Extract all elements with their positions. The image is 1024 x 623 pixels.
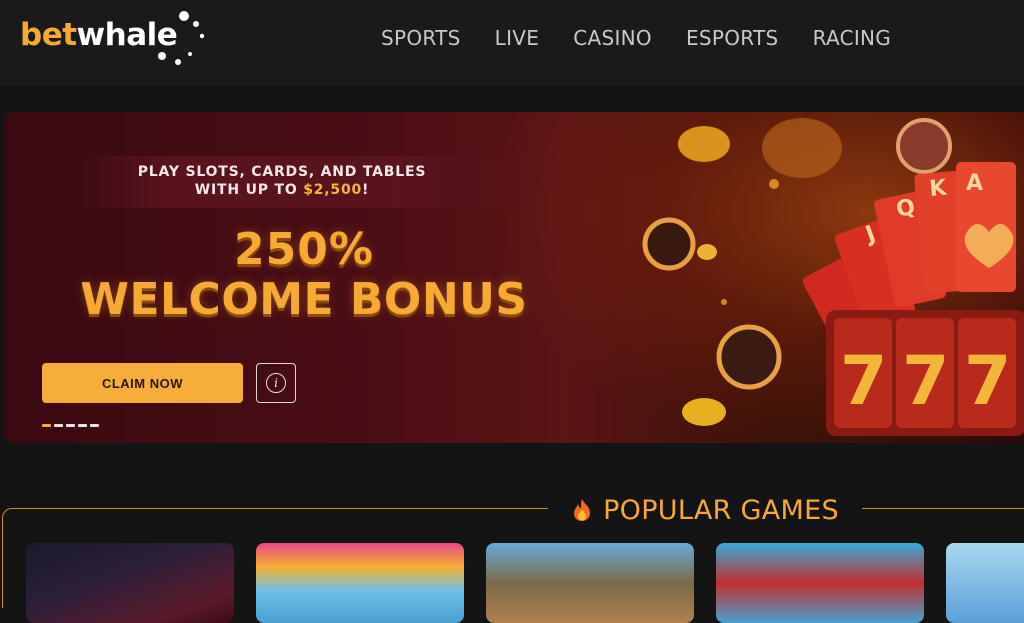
slide-dot-5[interactable] [90,424,99,427]
game-card-4[interactable] [716,543,924,623]
nav-racing[interactable]: RACING [813,26,892,50]
game-card-3[interactable] [486,543,694,623]
claim-now-button[interactable]: CLAIM NOW [42,363,243,403]
popular-games-section: POPULAR GAMES [0,480,1024,623]
info-button[interactable]: i [256,363,296,403]
svg-text:K: K [928,176,948,202]
bonus-headline: WELCOME BONUS [80,274,528,325]
main-nav: SPORTS LIVE CASINO ESPORTS RACING [364,26,908,50]
popular-games-heading: POPULAR GAMES [548,490,862,530]
betwhale-logo[interactable]: betwhale [20,11,210,65]
info-icon: i [266,373,286,393]
svg-text:A: A [966,171,983,196]
svg-text:7: 7 [964,342,1011,421]
svg-text:7: 7 [902,342,949,421]
promo-text-line1: PLAY SLOTS, CARDS, AND TABLES [137,164,427,180]
hero-banner: J Q K A 7 7 7 PLAY SLOTS, CARDS, AND TAB… [4,112,1024,443]
bonus-percent: 250% [234,224,374,275]
logo-splash-dots-icon [158,11,205,65]
nav-sports[interactable]: SPORTS [381,26,461,50]
nav-esports[interactable]: ESPORTS [686,26,779,50]
popular-games-title: POPULAR GAMES [603,494,839,526]
nav-casino[interactable]: CASINO [573,26,652,50]
promo-amount: $2,500 [303,182,363,198]
promo-suffix: ! [362,182,370,198]
slide-dot-3[interactable] [66,424,75,427]
slide-dot-1[interactable] [42,424,51,427]
promo-text-line2: WITH UP TO $2,500! [4,182,560,198]
game-card-1[interactable] [26,543,234,623]
fire-icon [574,499,591,521]
svg-text:7: 7 [840,342,887,421]
game-card-2[interactable] [256,543,464,623]
game-card-5[interactable] [946,543,1024,623]
promo-prefix: WITH UP TO [194,182,304,198]
slide-dot-2[interactable] [54,424,63,427]
logo-bet-text: bet [20,17,77,53]
site-header: betwhale SPORTS LIVE CASINO ESPORTS RACI… [0,0,1024,86]
slide-indicators [42,424,102,427]
slide-dot-4[interactable] [78,424,87,427]
banner-casino-artwork: J Q K A 7 7 7 [642,118,1024,436]
nav-live[interactable]: LIVE [495,26,540,50]
